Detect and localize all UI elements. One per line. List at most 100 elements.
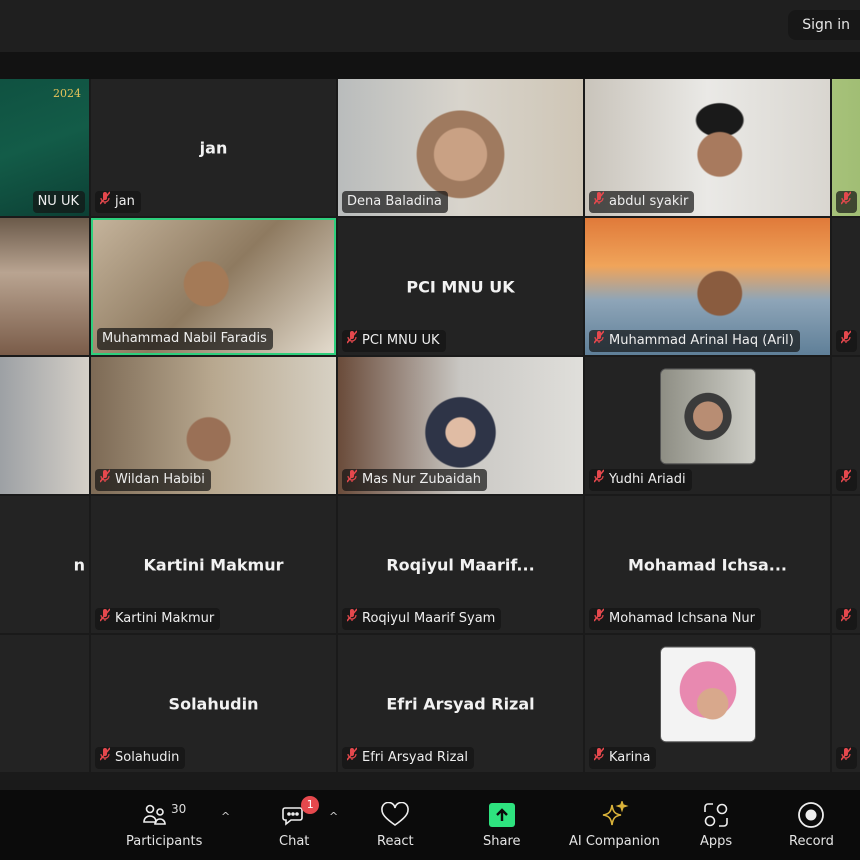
- participant-tile[interactable]: Karina: [585, 635, 830, 772]
- participant-tile[interactable]: n: [0, 496, 89, 633]
- participant-tile[interactable]: [832, 218, 860, 355]
- video-gallery: 2024 NU UK jan jan Dena Baladina abdul syakir…: [0, 79, 860, 774]
- participant-name: Efri Arsyad Rizal: [362, 750, 468, 765]
- participants-icon: [143, 804, 166, 825]
- record-icon: [798, 802, 825, 828]
- participant-name-label: [836, 469, 857, 491]
- participant-tile[interactable]: Wildan Habibi: [91, 357, 336, 494]
- participant-name-label: Yudhi Ariadi: [589, 469, 692, 491]
- participant-tile[interactable]: [832, 496, 860, 633]
- participant-tile[interactable]: abdul syakir: [585, 79, 830, 216]
- muted-mic-icon: [840, 608, 852, 630]
- participant-name-label: Karina: [589, 747, 657, 769]
- participant-name: Dena Baladina: [347, 194, 442, 209]
- participant-name: Muhammad Nabil Faradis: [102, 331, 267, 346]
- participant-name-label: Wildan Habibi: [95, 469, 211, 491]
- top-strip: [0, 52, 860, 79]
- participant-tile[interactable]: [832, 635, 860, 772]
- participant-tile[interactable]: Kartini Makmur Kartini Makmur: [91, 496, 336, 633]
- participant-tile[interactable]: PCI MNU UK PCI MNU UK: [338, 218, 583, 355]
- avatar: [659, 645, 756, 742]
- participant-name: PCI MNU UK: [362, 333, 440, 348]
- participant-name: Karina: [609, 750, 651, 765]
- participant-name: Roqiyul Maarif Syam: [362, 611, 496, 626]
- participant-name-label: Efri Arsyad Rizal: [342, 747, 474, 769]
- muted-mic-icon: [593, 191, 605, 213]
- participant-name: Yudhi Ariadi: [609, 472, 686, 487]
- participant-tile[interactable]: Muhammad Nabil Faradis: [91, 218, 336, 355]
- apps-icon: [704, 803, 728, 827]
- participants-button[interactable]: 30 Participants: [126, 798, 202, 849]
- heart-icon: [381, 802, 410, 826]
- participant-tile[interactable]: Dena Baladina: [338, 79, 583, 216]
- react-label: React: [377, 834, 414, 849]
- sparkle-icon: [603, 801, 629, 826]
- react-button[interactable]: React: [377, 798, 414, 849]
- avatar: [659, 367, 756, 464]
- participant-name: abdul syakir: [609, 194, 689, 209]
- participant-name: jan: [115, 194, 135, 209]
- participant-tile[interactable]: [0, 635, 89, 772]
- participant-name-label: Solahudin: [95, 747, 186, 769]
- participant-display-name: Solahudin: [168, 694, 259, 713]
- participant-display-name: Roqiyul Maarif...: [386, 555, 535, 574]
- participant-name: Solahudin: [115, 750, 180, 765]
- muted-mic-icon: [593, 330, 605, 352]
- participants-caret-icon[interactable]: ^: [221, 810, 230, 823]
- participant-tile[interactable]: Muhammad Arinal Haq (Aril): [585, 218, 830, 355]
- participant-name: Muhammad Arinal Haq (Aril): [609, 333, 794, 348]
- participant-name-label: [836, 191, 857, 213]
- participant-tile[interactable]: Mas Nur Zubaidah: [338, 357, 583, 494]
- participant-count: 30: [171, 802, 187, 816]
- participant-name-label: Dena Baladina: [342, 191, 448, 213]
- participant-name: Wildan Habibi: [115, 472, 205, 487]
- participant-name: Kartini Makmur: [115, 611, 215, 626]
- participant-name-label: abdul syakir: [589, 191, 695, 213]
- ai-companion-button[interactable]: AI Companion: [569, 798, 660, 849]
- muted-mic-icon: [840, 191, 852, 213]
- participant-tile[interactable]: [832, 357, 860, 494]
- participant-tile[interactable]: jan jan: [91, 79, 336, 216]
- background-year-text: 2024: [53, 87, 81, 100]
- participant-name: Mohamad Ichsana Nur: [609, 611, 755, 626]
- participant-display-name: n: [73, 555, 85, 574]
- chat-caret-icon[interactable]: ^: [329, 810, 338, 823]
- muted-mic-icon: [99, 747, 111, 769]
- participant-video: [0, 357, 89, 494]
- share-button[interactable]: Share: [483, 798, 521, 849]
- muted-mic-icon: [99, 191, 111, 213]
- participant-video: [0, 218, 89, 355]
- participant-tile[interactable]: [0, 218, 89, 355]
- ai-companion-label: AI Companion: [569, 834, 660, 849]
- muted-mic-icon: [346, 469, 358, 491]
- muted-mic-icon: [346, 608, 358, 630]
- participant-display-name: jan: [199, 138, 228, 157]
- record-label: Record: [789, 834, 834, 849]
- participant-name-label: NU UK: [32, 191, 85, 213]
- participant-name-label: [836, 608, 857, 630]
- sign-in-button[interactable]: Sign in: [788, 10, 860, 40]
- participant-tile[interactable]: [0, 357, 89, 494]
- apps-button[interactable]: Apps: [700, 798, 732, 849]
- participant-tile[interactable]: Yudhi Ariadi: [585, 357, 830, 494]
- apps-label: Apps: [700, 834, 733, 849]
- participant-tile[interactable]: Mohamad Ichsa... Mohamad Ichsana Nur: [585, 496, 830, 633]
- participant-tile[interactable]: Solahudin Solahudin: [91, 635, 336, 772]
- participants-label: Participants: [126, 834, 203, 849]
- chat-button[interactable]: 1 Chat: [279, 796, 320, 849]
- participant-name-label: Kartini Makmur: [95, 608, 221, 630]
- participant-tile[interactable]: Roqiyul Maarif... Roqiyul Maarif Syam: [338, 496, 583, 633]
- muted-mic-icon: [593, 608, 605, 630]
- muted-mic-icon: [346, 330, 358, 352]
- participant-display-name: Kartini Makmur: [143, 555, 284, 574]
- participant-name-label: [836, 747, 857, 769]
- participant-tile[interactable]: [832, 79, 860, 216]
- participant-tile[interactable]: Efri Arsyad Rizal Efri Arsyad Rizal: [338, 635, 583, 772]
- chat-unread-badge: 1: [301, 796, 320, 814]
- share-arrow-icon: [488, 803, 515, 827]
- muted-mic-icon: [840, 747, 852, 769]
- participant-tile[interactable]: 2024 NU UK: [0, 79, 89, 216]
- record-button[interactable]: Record: [789, 798, 834, 849]
- participant-name: Mas Nur Zubaidah: [362, 472, 481, 487]
- chat-label: Chat: [279, 834, 310, 849]
